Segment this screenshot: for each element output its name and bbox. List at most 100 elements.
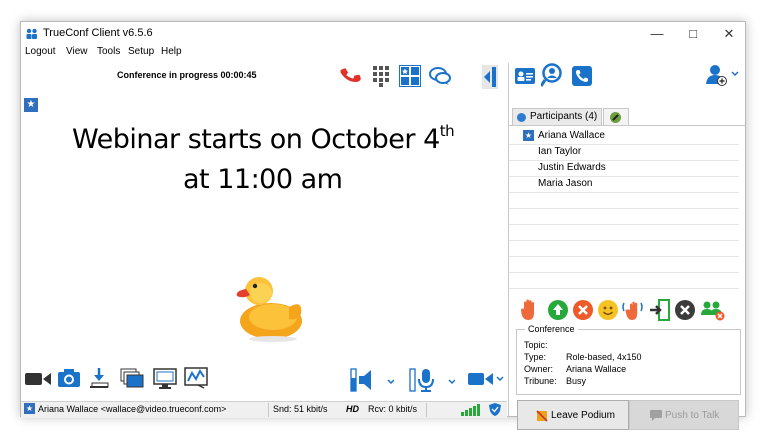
promote-icon[interactable] xyxy=(548,300,568,320)
layout-icon[interactable] xyxy=(399,65,421,87)
empty-row xyxy=(509,273,739,289)
smile-icon[interactable] xyxy=(598,300,618,320)
participants-list: ★ Ariana Wallace Ian Taylor Justin Edwar… xyxy=(509,126,739,326)
hangup-icon[interactable] xyxy=(339,64,361,86)
camera-icon[interactable] xyxy=(25,371,51,387)
group-icon[interactable] xyxy=(700,299,726,321)
conference-status: Conference in progress 00:00:45 xyxy=(117,70,257,80)
duck-image xyxy=(236,277,302,342)
tab-participants-label: Participants (4) xyxy=(530,111,598,122)
type-label: Type: xyxy=(524,352,547,362)
participant-name: Ariana Wallace xyxy=(538,130,605,141)
conference-tribune: Tribune: Busy xyxy=(524,376,586,386)
conference-owner: Owner: Ariana Wallace xyxy=(524,364,626,374)
menu-logout[interactable]: Logout xyxy=(25,46,56,57)
participants-tab-icon xyxy=(517,113,526,122)
search-user-icon[interactable] xyxy=(541,63,565,89)
conference-topic: Topic: xyxy=(524,340,566,350)
panel-toggle-icon[interactable] xyxy=(482,65,498,89)
media-toolbar xyxy=(21,363,507,397)
participant-row[interactable]: Justin Edwards xyxy=(509,161,739,177)
microphone-icon[interactable] xyxy=(409,367,455,393)
type-value: Role-based, 4x150 xyxy=(566,352,642,362)
trueconf-logo-icon xyxy=(26,28,37,39)
photo-icon[interactable] xyxy=(58,368,80,388)
owner-star-icon: ★ xyxy=(523,130,534,141)
menu-view[interactable]: View xyxy=(66,46,88,57)
participants-tabs: Participants (4) xyxy=(509,108,746,126)
close-window-icon[interactable]: ✕ xyxy=(711,24,747,44)
tribune-label: Tribune: xyxy=(524,376,557,386)
status-hd-badge: HD xyxy=(346,404,359,414)
push-to-talk-label: Push to Talk xyxy=(665,410,720,421)
status-star-icon: ★ xyxy=(24,403,35,414)
empty-row xyxy=(509,193,739,209)
exit-podium-icon[interactable] xyxy=(649,299,671,321)
screen-share-icon[interactable] xyxy=(153,368,177,390)
keypad-icon[interactable] xyxy=(372,65,390,87)
slide-text-main: Webinar starts on October 4 xyxy=(72,124,440,155)
raise-hand-icon[interactable] xyxy=(521,299,537,321)
slide-text-line1: Webinar starts on October 4th xyxy=(72,122,455,155)
add-user-icon[interactable] xyxy=(705,63,739,87)
status-separator xyxy=(426,403,427,417)
window-title: TrueConf Client v6.5.6 xyxy=(43,27,153,39)
participant-name: Maria Jason xyxy=(538,178,593,189)
owner-value: Ariana Wallace xyxy=(566,364,627,374)
minimize-icon[interactable]: — xyxy=(639,24,675,44)
calls-icon[interactable] xyxy=(571,65,593,87)
participant-name: Ian Taylor xyxy=(538,146,582,157)
participant-row[interactable]: Maria Jason xyxy=(509,177,739,193)
app-window: TrueConf Client v6.5.6 — □ ✕ Logout View… xyxy=(20,21,746,430)
status-user: Ariana Wallace <wallace@video.trueconf.c… xyxy=(38,404,227,414)
status-separator xyxy=(268,403,269,417)
video-stage: ★ Webinar starts on October 4th at 11:00… xyxy=(21,94,507,384)
pencil-icon xyxy=(610,112,621,123)
conference-toolbar: Conference in progress 00:00:45 xyxy=(21,63,507,93)
push-to-talk-icon xyxy=(650,410,662,421)
tribune-value: Busy xyxy=(566,376,587,386)
menu-help[interactable]: Help xyxy=(161,46,182,57)
remove-icon[interactable] xyxy=(573,300,593,320)
close-icon[interactable] xyxy=(675,300,695,320)
empty-row xyxy=(509,241,739,257)
empty-row xyxy=(509,257,739,273)
leave-podium-button[interactable]: Leave Podium xyxy=(517,400,629,430)
title-bar: TrueConf Client v6.5.6 — □ ✕ xyxy=(21,22,745,46)
security-shield-icon xyxy=(489,403,501,416)
right-panel: Participants (4) ★ Ariana Wallace Ian Ta… xyxy=(508,63,746,430)
participant-row[interactable]: ★ Ariana Wallace xyxy=(509,129,739,145)
leave-podium-label: Leave Podium xyxy=(551,410,615,421)
status-send-rate: Snd: 51 kbit/s xyxy=(273,404,328,414)
participant-name: Justin Edwards xyxy=(538,162,606,173)
conference-info: Conference Topic: Type: Role-based, 4x150… xyxy=(516,324,741,395)
speaker-icon[interactable] xyxy=(350,367,394,393)
status-receive-rate: Rcv: 0 kbit/s xyxy=(368,404,418,414)
signal-strength-icon xyxy=(461,404,480,416)
tab-chat[interactable] xyxy=(603,108,629,125)
whiteboard-icon[interactable] xyxy=(184,367,208,389)
menu-bar: Logout View Tools Setup Help xyxy=(21,46,745,62)
participant-row[interactable]: Ian Taylor xyxy=(509,145,739,161)
leave-podium-icon xyxy=(536,410,548,422)
video-settings-icon[interactable] xyxy=(468,371,504,387)
slide-text-line2: at 11:00 am xyxy=(183,164,343,195)
push-to-talk-button[interactable]: Push to Talk xyxy=(629,400,739,430)
star-icon: ★ xyxy=(24,98,38,112)
file-transfer-icon[interactable] xyxy=(89,367,109,389)
slide-text-sup: th xyxy=(439,122,455,140)
menu-setup[interactable]: Setup xyxy=(128,46,154,57)
wave-icon[interactable] xyxy=(622,298,644,322)
owner-label: Owner: xyxy=(524,364,554,374)
topic-label: Topic: xyxy=(524,340,548,350)
menu-tools[interactable]: Tools xyxy=(97,46,120,57)
contacts-icon[interactable] xyxy=(514,65,536,87)
status-bar: ★ Ariana Wallace <wallace@video.trueconf… xyxy=(21,401,507,418)
conference-type: Type: Role-based, 4x150 xyxy=(524,352,642,362)
slideshow-icon[interactable] xyxy=(120,368,144,388)
chat-icon[interactable] xyxy=(429,66,451,86)
tab-participants[interactable]: Participants (4) xyxy=(512,108,602,125)
empty-row xyxy=(509,225,739,241)
participant-actions xyxy=(509,297,746,323)
maximize-icon[interactable]: □ xyxy=(675,24,711,44)
